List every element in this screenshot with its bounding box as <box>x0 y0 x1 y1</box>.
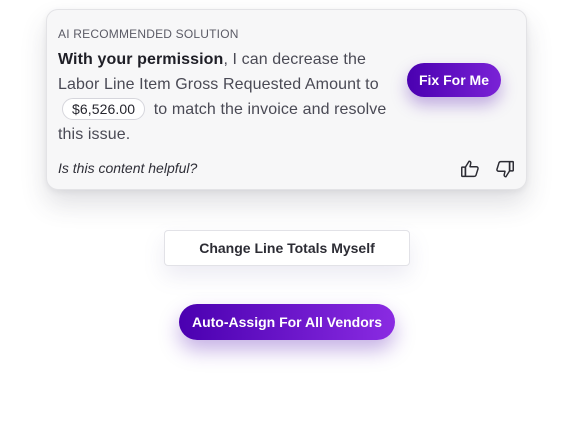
page: AI RECOMMENDED SOLUTION With your permis… <box>0 0 574 425</box>
card-eyebrow-label: AI RECOMMENDED SOLUTION <box>58 27 239 41</box>
ai-recommendation-card: AI RECOMMENDED SOLUTION With your permis… <box>46 9 527 190</box>
amount-chip: $6,526.00 <box>62 97 146 120</box>
helpful-question: Is this content helpful? <box>58 160 198 176</box>
thumbs-down-icon[interactable] <box>494 158 516 180</box>
message-bold-lead: With your permission <box>58 51 224 68</box>
auto-assign-vendors-button[interactable]: Auto-Assign For All Vendors <box>179 304 395 340</box>
thumbs-up-icon[interactable] <box>459 158 481 180</box>
fix-for-me-button[interactable]: Fix For Me <box>407 63 501 97</box>
recommendation-message: With your permission, I can decrease the… <box>58 47 388 147</box>
change-line-totals-button[interactable]: Change Line Totals Myself <box>164 230 410 266</box>
